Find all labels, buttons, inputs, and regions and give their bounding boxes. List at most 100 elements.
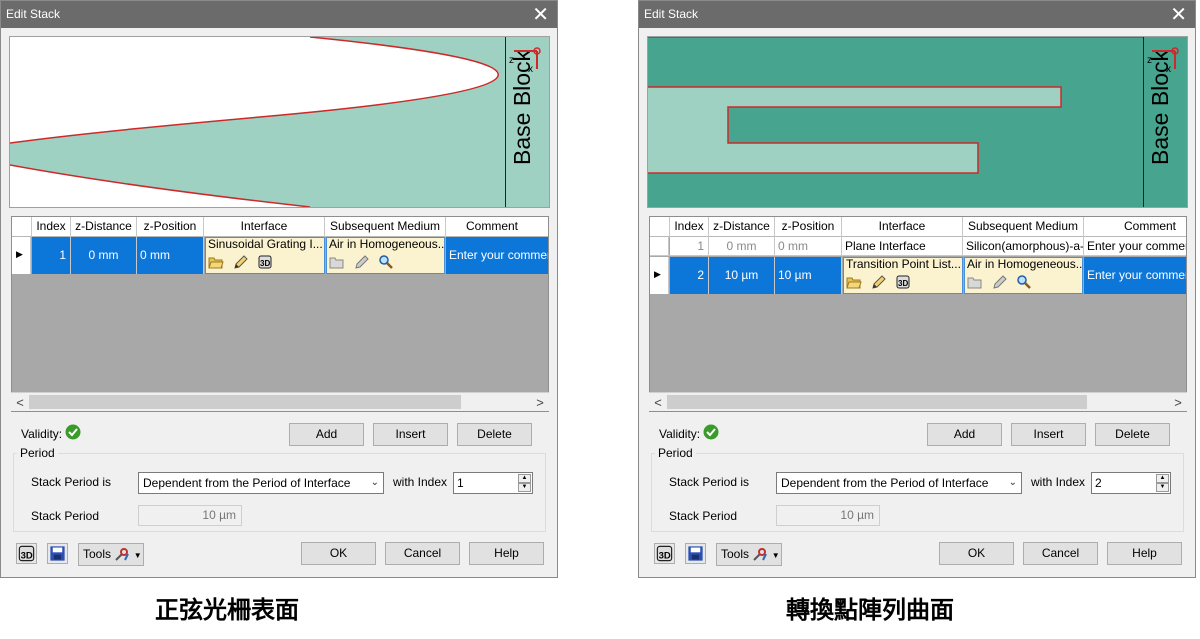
with-index-label: with Index [1031,475,1086,489]
scroll-thumb[interactable] [667,395,1087,409]
delete-button[interactable]: Delete [457,423,532,446]
index-stepper[interactable]: 2 ▲ ▼ [1091,472,1171,494]
period-mode-select[interactable]: Dependent from the Period of Interface ⌄ [138,472,384,494]
close-icon[interactable]: ✕ [1170,2,1187,26]
chevron-down-icon: ▼ [771,551,780,560]
dialog-title: Edit Stack [644,7,699,21]
col-interface[interactable]: Interface [842,217,963,237]
tools-icon [115,547,130,561]
svg-text:3D: 3D [260,259,270,268]
pencil-icon[interactable] [232,254,249,270]
help-button[interactable]: Help [1107,542,1182,565]
stack-table: Index z-Distance z-Position Interface Su… [649,216,1187,412]
svg-text:x: x [528,64,533,75]
scroll-left-icon[interactable]: < [12,393,28,412]
col-z-position[interactable]: z-Position [775,217,842,237]
col-comment[interactable]: Comment [1084,217,1186,237]
table-row[interactable]: ▶ 1 0 mm 0 mm Sinusoidal Grating I... 3D… [12,237,548,274]
svg-text:3D: 3D [21,550,33,561]
svg-text:x: x [1166,64,1171,75]
open-folder-icon[interactable] [967,274,983,290]
base-block: Base Block z x [505,37,549,207]
axis-icon: z x [509,47,541,75]
col-z-distance[interactable]: z-Distance [709,217,775,237]
axis-icon: z x [1147,47,1179,75]
col-subsequent-medium[interactable]: Subsequent Medium [325,217,446,237]
row-arrow-icon: ▶ [650,257,669,294]
insert-button[interactable]: Insert [373,423,448,446]
cancel-button[interactable]: Cancel [385,542,460,565]
pencil-icon[interactable] [991,274,1008,290]
svg-text:3D: 3D [659,550,671,561]
stack-table: Index z-Distance z-Position Interface Su… [11,216,549,412]
chevron-down-icon: ⌄ [1008,477,1017,488]
add-button[interactable]: Add [927,423,1002,446]
edit-stack-dialog-left: Edit Stack ✕ Base Block z x Index z-Dist… [0,0,558,578]
col-index[interactable]: Index [670,217,709,237]
interface-cell[interactable]: Transition Point List... 3D [843,257,963,294]
stack-period-is-label: Stack Period is [31,475,112,489]
transition-point-drawing [648,37,1145,207]
medium-cell[interactable]: Air in Homogeneous... [326,237,445,274]
pencil-icon[interactable] [353,254,370,270]
period-mode-select[interactable]: Dependent from the Period of Interface ⌄ [776,472,1022,494]
stack-preview: Base Block z x [9,36,550,208]
period-group-title: Period [17,446,58,460]
col-subsequent-medium[interactable]: Subsequent Medium [963,217,1084,237]
3d-view-icon[interactable]: 3D [257,254,273,270]
svg-text:z: z [1147,55,1152,66]
medium-cell[interactable]: Air in Homogeneous... [964,257,1083,294]
3d-view-icon[interactable]: 3D [16,543,37,564]
horizontal-scrollbar[interactable]: < > [649,392,1187,411]
cancel-button[interactable]: Cancel [1023,542,1098,565]
stack-period-value: 10 µm [776,505,880,526]
sinusoidal-grating-drawing [10,37,507,207]
col-z-distance[interactable]: z-Distance [71,217,137,237]
add-button[interactable]: Add [289,423,364,446]
validity-check-icon [703,424,719,440]
title-bar: Edit Stack ✕ [639,1,1195,28]
interface-cell[interactable]: Sinusoidal Grating I... 3D [205,237,325,274]
help-button[interactable]: Help [469,542,544,565]
scroll-right-icon[interactable]: > [532,393,548,412]
stepper-up-icon[interactable]: ▲ [518,474,531,483]
delete-button[interactable]: Delete [1095,423,1170,446]
search-icon[interactable] [1016,274,1032,290]
chevron-down-icon: ⌄ [370,477,379,488]
save-icon[interactable] [47,543,68,564]
stack-period-value: 10 µm [138,505,242,526]
3d-view-icon[interactable]: 3D [895,274,911,290]
horizontal-scrollbar[interactable]: < > [11,392,549,411]
dialog-title: Edit Stack [6,7,61,21]
col-index[interactable]: Index [32,217,71,237]
col-comment[interactable]: Comment [446,217,548,237]
3d-view-icon[interactable]: 3D [654,543,675,564]
open-folder-icon[interactable] [329,254,345,270]
col-interface[interactable]: Interface [204,217,325,237]
stepper-down-icon[interactable]: ▼ [518,483,531,492]
open-folder-icon[interactable] [846,274,862,290]
col-z-position[interactable]: z-Position [137,217,204,237]
row-arrow-icon: ▶ [12,237,31,274]
insert-button[interactable]: Insert [1011,423,1086,446]
save-icon[interactable] [685,543,706,564]
caption-left: 正弦光柵表面 [155,597,299,624]
scroll-thumb[interactable] [29,395,461,409]
stepper-down-icon[interactable]: ▼ [1156,483,1169,492]
table-row[interactable]: ▶ 2 10 µm 10 µm Transition Point List...… [650,257,1186,294]
edit-stack-dialog-right: Edit Stack ✕ Base Block z x Index z-Dist… [638,0,1196,578]
tools-button[interactable]: Tools ▼ [78,543,144,566]
ok-button[interactable]: OK [939,542,1014,565]
search-icon[interactable] [378,254,394,270]
index-stepper[interactable]: 1 ▲ ▼ [453,472,533,494]
open-folder-icon[interactable] [208,254,224,270]
scroll-right-icon[interactable]: > [1170,393,1186,412]
stepper-up-icon[interactable]: ▲ [1156,474,1169,483]
tools-button[interactable]: Tools ▼ [716,543,782,566]
table-row[interactable]: 1 0 mm 0 mm Plane Interface Silicon(amor… [650,237,1186,256]
tools-icon [753,547,768,561]
ok-button[interactable]: OK [301,542,376,565]
close-icon[interactable]: ✕ [532,2,549,26]
scroll-left-icon[interactable]: < [650,393,666,412]
pencil-icon[interactable] [870,274,887,290]
